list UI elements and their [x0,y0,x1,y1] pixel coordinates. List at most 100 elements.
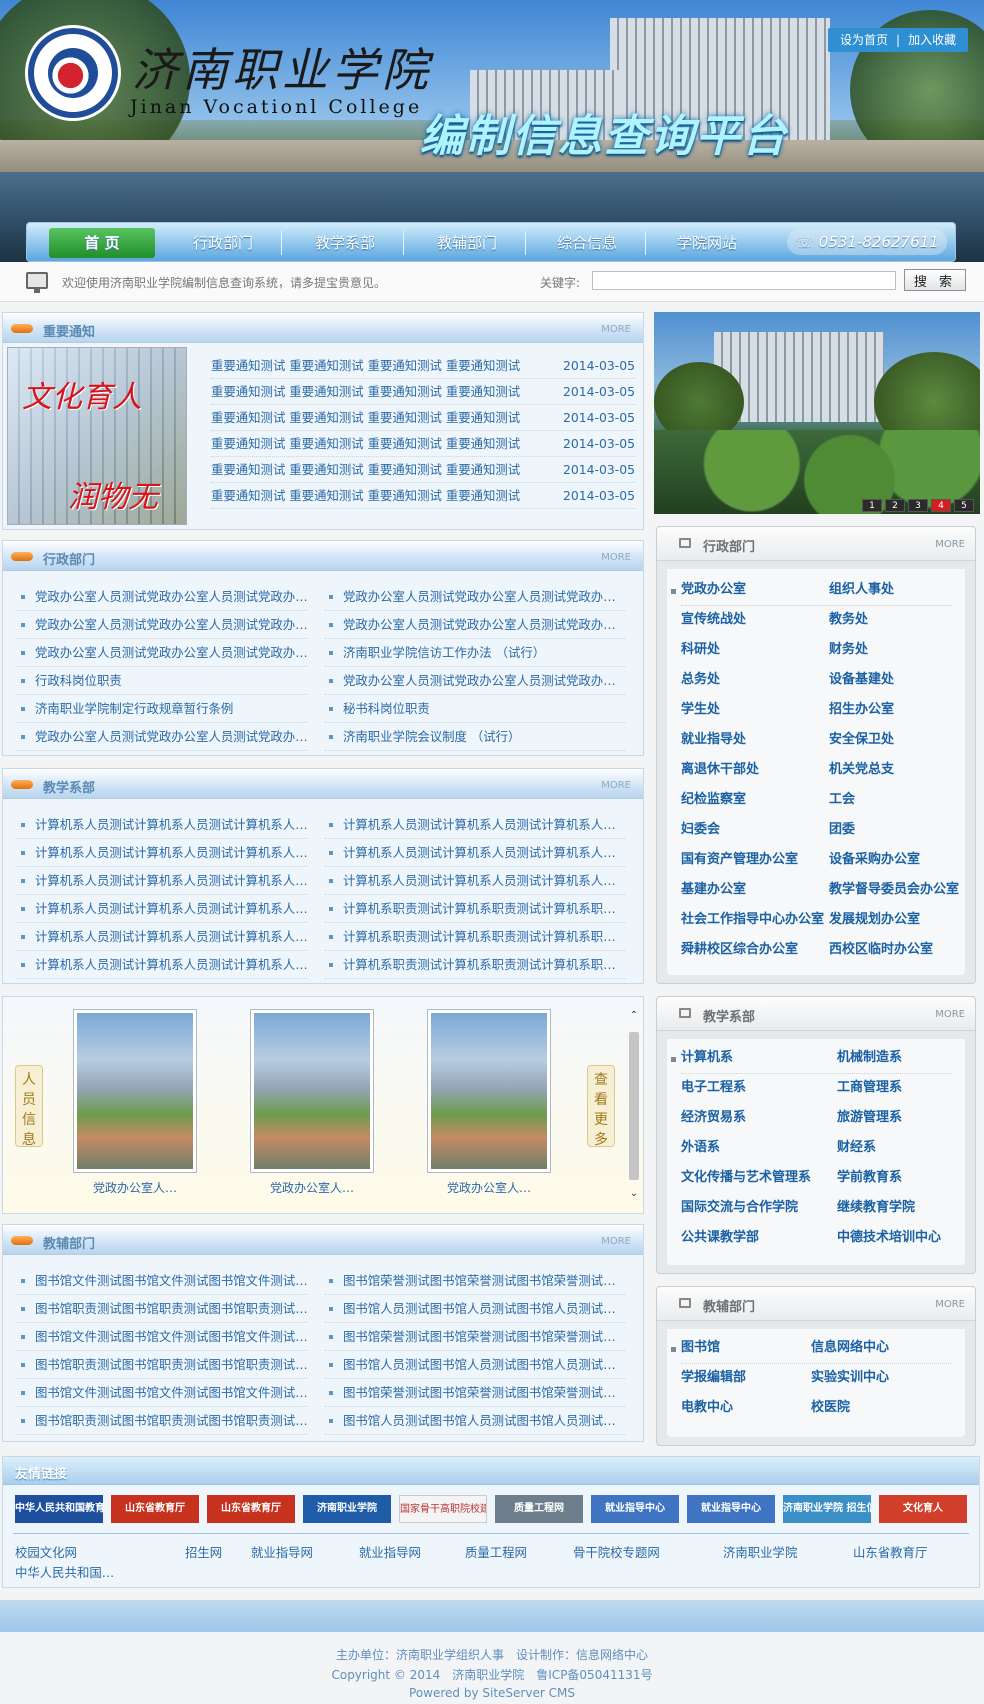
nav-item-website[interactable]: 学院网站 [647,223,767,262]
list-item[interactable]: 计算机系人员测试计算机系人员测试计算机系人… [17,923,307,951]
dept-link[interactable]: 国际交流与合作学院 [681,1193,798,1223]
list-item[interactable]: 计算机系人员测试计算机系人员测试计算机系人… [17,839,307,867]
notice-row[interactable]: 重要通知测试 重要通知测试 重要通知测试 重要通知测试 2014-03-05 [211,405,635,431]
notice-more-link[interactable]: MORE [601,324,631,335]
list-item[interactable]: 计算机系人员测试计算机系人员测试计算机系人… [17,867,307,895]
dept-link[interactable]: 财务处 [829,635,868,665]
slide-page-button[interactable]: 2 [885,499,905,512]
text-link[interactable]: 山东省教育厅 [853,1543,927,1561]
list-item[interactable]: 党政办公室人员测试党政办公室人员测试党政办… [17,723,307,751]
list-item[interactable]: 图书馆荣誉测试图书馆荣誉测试图书馆荣誉测试… [325,1379,625,1407]
view-more-tag[interactable]: 查看更多 [587,1065,615,1148]
staff-photo-image[interactable] [77,1013,193,1169]
link-banner[interactable]: 国家骨干高职院校建设专题 [399,1495,487,1523]
set-homepage-link[interactable]: 设为首页 [836,33,892,47]
list-item[interactable]: 党政办公室人员测试党政办公室人员测试党政办… [325,667,625,695]
list-item[interactable]: 计算机系人员测试计算机系人员测试计算机系人… [17,811,307,839]
scroll-down-icon[interactable]: ⌄ [628,1188,640,1200]
notice-text[interactable]: 重要通知测试 重要通知测试 重要通知测试 重要通知测试 [211,462,520,477]
text-link[interactable]: 招生网 [185,1543,222,1561]
dept-link[interactable]: 学报编辑部 [681,1363,746,1393]
staff-photo-caption[interactable]: 党政办公室人… [73,1179,197,1196]
notice-text[interactable]: 重要通知测试 重要通知测试 重要通知测试 重要通知测试 [211,358,520,373]
notice-text[interactable]: 重要通知测试 重要通知测试 重要通知测试 重要通知测试 [211,488,520,503]
list-item[interactable]: 图书馆人员测试图书馆人员测试图书馆人员测试… [325,1407,625,1435]
staff-photo-image[interactable] [431,1013,547,1169]
notice-row[interactable]: 重要通知测试 重要通知测试 重要通知测试 重要通知测试 2014-03-05 [211,353,635,379]
dept-link[interactable]: 信息网络中心 [811,1333,889,1363]
staff-photo-caption[interactable]: 党政办公室人… [250,1179,374,1196]
dept-link[interactable]: 招生办公室 [829,695,894,725]
dept-link[interactable]: 中德技术培训中心 [837,1223,941,1253]
link-banner[interactable]: 文化育人 [879,1495,967,1523]
text-link[interactable]: 就业指导网 [359,1543,421,1561]
staff-photo[interactable] [73,1009,197,1173]
list-item[interactable]: 图书馆人员测试图书馆人员测试图书馆人员测试… [325,1351,625,1379]
staff-info-tag[interactable]: 人员信息 [15,1065,43,1148]
notice-row[interactable]: 重要通知测试 重要通知测试 重要通知测试 重要通知测试 2014-03-05 [211,457,635,483]
notice-text[interactable]: 重要通知测试 重要通知测试 重要通知测试 重要通知测试 [211,384,520,399]
dept-link[interactable]: 教务处 [829,605,868,635]
link-banner[interactable]: 山东省教育厅 [111,1495,199,1523]
list-item[interactable]: 图书馆文件测试图书馆文件测试图书馆文件测试… [17,1379,307,1407]
staff-scrollbar[interactable]: ⌃ ⌄ [628,1010,640,1200]
dept-link[interactable]: 安全保卫处 [829,725,894,755]
dept-link[interactable]: 公共课教学部 [681,1223,759,1253]
nav-item-support[interactable]: 教辅部门 [407,223,527,262]
text-link[interactable]: 中华人民共和国… [15,1563,114,1581]
notice-text[interactable]: 重要通知测试 重要通知测试 重要通知测试 重要通知测试 [211,410,520,425]
notice-row[interactable]: 重要通知测试 重要通知测试 重要通知测试 重要通知测试 2014-03-05 [211,431,635,457]
list-item[interactable]: 计算机系人员测试计算机系人员测试计算机系人… [325,839,625,867]
list-item[interactable]: 党政办公室人员测试党政办公室人员测试党政办… [17,611,307,639]
staff-photo-caption[interactable]: 党政办公室人… [427,1179,551,1196]
notice-text[interactable]: 重要通知测试 重要通知测试 重要通知测试 重要通知测试 [211,436,520,451]
text-link[interactable]: 骨干院校专题网 [573,1543,660,1561]
dept-link[interactable]: 文化传播与艺术管理系 [681,1163,811,1193]
dept-link[interactable]: 就业指导处 [681,725,746,755]
list-item[interactable]: 济南职业学院制定行政规章暂行条例 [17,695,307,723]
notice-row[interactable]: 重要通知测试 重要通知测试 重要通知测试 重要通知测试 2014-03-05 [211,483,635,509]
dept-link[interactable]: 图书馆 [681,1333,720,1363]
list-item[interactable]: 党政办公室人员测试党政办公室人员测试党政办… [325,611,625,639]
staff-photo[interactable] [427,1009,551,1173]
list-item[interactable]: 计算机系人员测试计算机系人员测试计算机系人… [325,867,625,895]
right-teaching-more-link[interactable]: MORE [935,1009,965,1020]
dept-link[interactable]: 工会 [829,785,855,815]
right-support-more-link[interactable]: MORE [935,1299,965,1310]
dept-link[interactable]: 设备基建处 [829,665,894,695]
dept-link[interactable]: 电教中心 [681,1393,733,1423]
nav-item-general[interactable]: 综合信息 [527,223,647,262]
dept-link[interactable]: 舜耕校区综合办公室 [681,935,798,965]
link-banner[interactable]: 就业指导中心 [687,1495,775,1523]
list-item[interactable]: 秘书科岗位职责 [325,695,625,723]
dept-link[interactable]: 设备采购办公室 [829,845,920,875]
list-item[interactable]: 图书馆职责测试图书馆职责测试图书馆职责测试… [17,1407,307,1435]
dept-link[interactable]: 组织人事处 [829,575,894,605]
staff-photo[interactable] [250,1009,374,1173]
text-link[interactable]: 校园文化网 [15,1543,77,1561]
link-banner[interactable]: 就业指导中心 [591,1495,679,1523]
dept-link[interactable]: 机关党总支 [829,755,894,785]
list-item[interactable]: 图书馆文件测试图书馆文件测试图书馆文件测试… [17,1323,307,1351]
dept-link[interactable]: 国有资产管理办公室 [681,845,798,875]
list-item[interactable]: 计算机系人员测试计算机系人员测试计算机系人… [325,811,625,839]
dept-link[interactable]: 学前教育系 [837,1163,902,1193]
dept-link[interactable]: 离退休干部处 [681,755,759,785]
dept-link[interactable]: 西校区临时办公室 [829,935,933,965]
list-item[interactable]: 图书馆职责测试图书馆职责测试图书馆职责测试… [17,1351,307,1379]
link-banner[interactable]: 济南职业学院 招生信息网 [783,1495,871,1523]
list-item[interactable]: 党政办公室人员测试党政办公室人员测试党政办… [17,639,307,667]
teaching-more-link[interactable]: MORE [601,780,631,791]
list-item[interactable]: 计算机系人员测试计算机系人员测试计算机系人… [17,951,307,979]
list-item[interactable]: 计算机系职责测试计算机系职责测试计算机系职… [325,951,625,979]
dept-link[interactable]: 工商管理系 [837,1073,902,1103]
link-banner[interactable]: 质量工程网 [495,1495,583,1523]
dept-link[interactable]: 实验实训中心 [811,1363,889,1393]
slide-page-button[interactable]: 1 [862,499,882,512]
text-link[interactable]: 济南职业学院 [723,1543,797,1561]
right-admin-more-link[interactable]: MORE [935,539,965,550]
list-item[interactable]: 图书馆荣誉测试图书馆荣誉测试图书馆荣誉测试… [325,1267,625,1295]
dept-link[interactable]: 科研处 [681,635,720,665]
list-item[interactable]: 计算机系职责测试计算机系职责测试计算机系职… [325,895,625,923]
list-item[interactable]: 济南职业学院信访工作办法 （试行） [325,639,625,667]
